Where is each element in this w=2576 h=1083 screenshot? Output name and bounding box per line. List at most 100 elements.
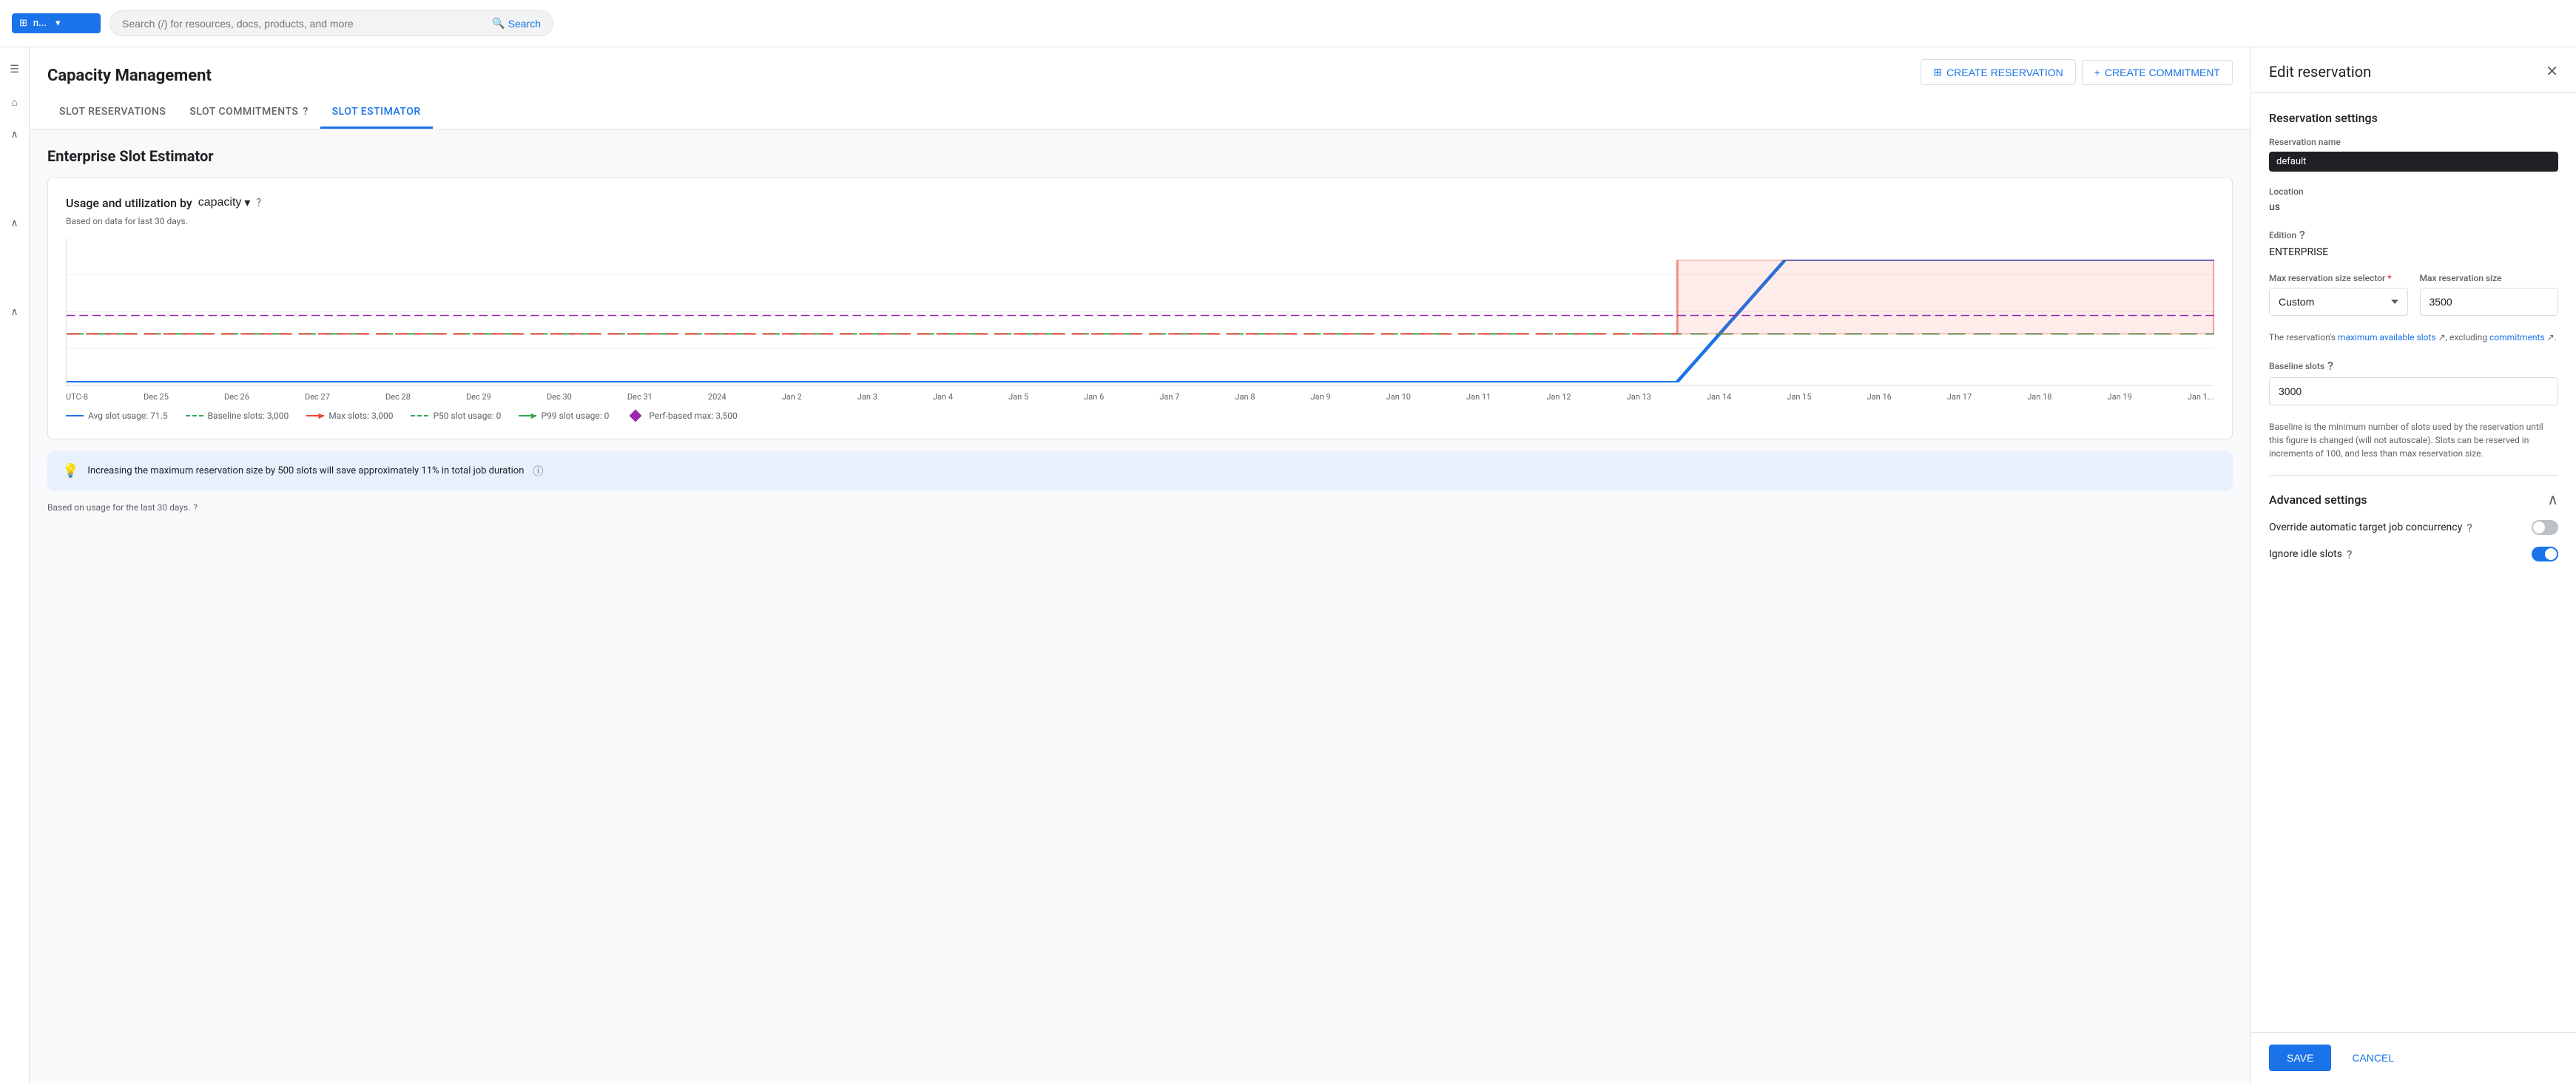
chart-section: Usage and utilization by capacity ▾ ? Ba…: [47, 177, 2233, 439]
legend-perf-max: Perf-based max: 3,500: [627, 411, 737, 421]
edition-value: ENTERPRISE: [2269, 246, 2558, 258]
tab-slot-estimator[interactable]: SLOT ESTIMATOR: [320, 97, 433, 129]
max-available-slots-link[interactable]: maximum available slots: [2338, 332, 2436, 343]
advanced-settings-title: Advanced settings: [2269, 493, 2367, 507]
tab-slot-commitments[interactable]: SLOT COMMITMENTS ?: [178, 97, 320, 129]
chart-legend: Avg slot usage: 71.5 Baseline slots: 3,0…: [66, 411, 2214, 421]
chart-header: Usage and utilization by capacity ▾ ?: [66, 195, 2214, 210]
override-automatic-row: Override automatic target job concurrenc…: [2269, 520, 2558, 535]
ignore-idle-row: Ignore idle slots ?: [2269, 547, 2558, 561]
chart-area: [66, 238, 2214, 386]
dropdown-chevron-icon: ▾: [244, 195, 250, 210]
app-logo[interactable]: ⊞ n... ▾: [12, 13, 101, 33]
advanced-settings-header[interactable]: Advanced settings ∧: [2269, 490, 2558, 508]
override-toggle[interactable]: [2532, 520, 2558, 535]
x-axis-labels: UTC-8 Dec 25 Dec 26 Dec 27 Dec 28 Dec 29…: [66, 392, 2214, 402]
search-input[interactable]: [122, 18, 486, 30]
cancel-button[interactable]: CANCEL: [2340, 1045, 2406, 1071]
content-area: Capacity Management ⊞ CREATE RESERVATION…: [30, 47, 2250, 1083]
plus-icon: +: [2094, 67, 2100, 78]
sidebar-chevron-up-3[interactable]: ∧: [1, 299, 28, 325]
sidebar-chevron-up-2[interactable]: ∧: [1, 210, 28, 237]
legend-perf-diamond: [630, 410, 642, 422]
advanced-settings-chevron-icon: ∧: [2547, 490, 2558, 508]
grid-icon: ⊞: [19, 18, 27, 29]
edition-field: Edition ? ENTERPRISE: [2269, 228, 2558, 258]
location-value: us: [2269, 201, 2558, 213]
sidebar-chevron-up-1[interactable]: ∧: [1, 121, 28, 148]
main-content: Enterprise Slot Estimator Usage and util…: [30, 129, 2250, 1083]
required-star: *: [2387, 273, 2391, 283]
location-label: Location: [2269, 186, 2558, 197]
info-banner: 💡 Increasing the maximum reservation siz…: [47, 451, 2233, 490]
commitments-help-icon[interactable]: ?: [303, 106, 308, 118]
location-field: Location us: [2269, 186, 2558, 213]
baseline-slots-field: Baseline slots ?: [2269, 359, 2558, 405]
chart-help-icon[interactable]: ?: [256, 197, 261, 209]
legend-max-slots: ▶ Max slots: 3,000: [306, 411, 393, 421]
max-reservation-size-label: Max reservation size: [2420, 273, 2559, 283]
edition-help-icon[interactable]: ?: [2299, 228, 2305, 242]
create-commitment-btn[interactable]: + CREATE COMMITMENT: [2082, 60, 2233, 85]
search-icon: 🔍: [492, 17, 505, 30]
plus-square-icon: ⊞: [1933, 66, 1942, 78]
page-header: Capacity Management ⊞ CREATE RESERVATION…: [30, 47, 2250, 129]
edit-panel-header: Edit reservation ✕: [2251, 47, 2576, 93]
ignore-idle-label: Ignore idle slots ?: [2269, 547, 2352, 561]
max-size-selector-label: Max reservation size selector *: [2269, 273, 2408, 283]
legend-avg-slot: Avg slot usage: 71.5: [66, 411, 168, 421]
ignore-idle-toggle[interactable]: [2532, 547, 2558, 561]
override-label: Override automatic target job concurrenc…: [2269, 521, 2472, 535]
commitments-link[interactable]: commitments: [2489, 332, 2545, 343]
legend-p50-line: [411, 415, 428, 416]
reservation-name-field: Reservation name default: [2269, 137, 2558, 172]
edit-panel-title: Edit reservation: [2269, 63, 2371, 81]
search-button[interactable]: 🔍 Search: [492, 17, 541, 30]
legend-p99-line: ▶: [519, 415, 536, 416]
legend-baseline: Baseline slots: 3,000: [186, 411, 289, 421]
data-note-help-icon[interactable]: ?: [193, 502, 198, 513]
max-size-selector-select[interactable]: Custom Auto: [2269, 288, 2408, 316]
edit-panel: Edit reservation ✕ Reservation settings …: [2250, 47, 2576, 1083]
chart-svg: [67, 238, 2214, 385]
edition-label: Edition ?: [2269, 228, 2558, 242]
max-size-helper-text: The reservation's maximum available slot…: [2269, 331, 2558, 344]
app-dropdown-icon[interactable]: ▾: [55, 18, 61, 29]
tab-bar: SLOT RESERVATIONS SLOT COMMITMENTS ? SLO…: [47, 97, 2233, 129]
baseline-helper-text: Baseline is the minimum number of slots …: [2269, 420, 2558, 460]
page-title: Capacity Management: [47, 67, 212, 85]
max-reservation-row: Max reservation size selector * Custom A…: [2269, 273, 2558, 316]
main-layout: ☰ ⌂ ∧ ∧ ∧ Capacity Management ⊞ CREATE R…: [0, 47, 2576, 1083]
max-reservation-size-field: Max reservation size: [2420, 273, 2559, 316]
chart-groupby-dropdown[interactable]: capacity ▾: [198, 195, 251, 210]
max-size-selector-field: Max reservation size selector * Custom A…: [2269, 273, 2408, 316]
legend-p50: P50 slot usage: 0: [411, 411, 501, 421]
info-text: Increasing the maximum reservation size …: [87, 465, 524, 476]
legend-max-line: ▶: [306, 415, 324, 416]
reservation-name-value: default: [2269, 152, 2558, 172]
info-lightbulb-icon: 💡: [62, 463, 78, 479]
override-help-icon[interactable]: ?: [2467, 521, 2472, 535]
edit-panel-close-btn[interactable]: ✕: [2546, 62, 2558, 81]
chart-subtitle: Based on data for last 30 days.: [66, 216, 2214, 226]
sidebar-collapse-btn[interactable]: ☰: [1, 56, 28, 83]
tab-slot-reservations[interactable]: SLOT RESERVATIONS: [47, 97, 178, 129]
override-toggle-slider: [2532, 520, 2558, 535]
baseline-slots-label: Baseline slots ?: [2269, 359, 2558, 373]
action-buttons: ⊞ CREATE RESERVATION + CREATE COMMITMENT: [1921, 59, 2233, 97]
app-name: n...: [33, 18, 47, 29]
max-reservation-size-input[interactable]: [2420, 288, 2559, 316]
baseline-slots-input[interactable]: [2269, 377, 2558, 405]
sidebar-home-icon[interactable]: ⌂: [1, 89, 28, 115]
search-bar: 🔍 Search: [109, 10, 553, 36]
save-button[interactable]: SAVE: [2269, 1045, 2331, 1071]
settings-divider: [2269, 475, 2558, 476]
baseline-help-icon[interactable]: ?: [2327, 359, 2333, 373]
page-header-row: Capacity Management ⊞ CREATE RESERVATION…: [47, 59, 2233, 97]
estimator-title: Enterprise Slot Estimator: [47, 147, 2233, 165]
chart-title-text: Usage and utilization by: [66, 196, 192, 210]
ignore-idle-help-icon[interactable]: ?: [2347, 547, 2353, 561]
reservation-name-label: Reservation name: [2269, 137, 2558, 147]
info-help-icon[interactable]: ⓘ: [533, 464, 543, 479]
create-reservation-btn[interactable]: ⊞ CREATE RESERVATION: [1921, 59, 2075, 85]
